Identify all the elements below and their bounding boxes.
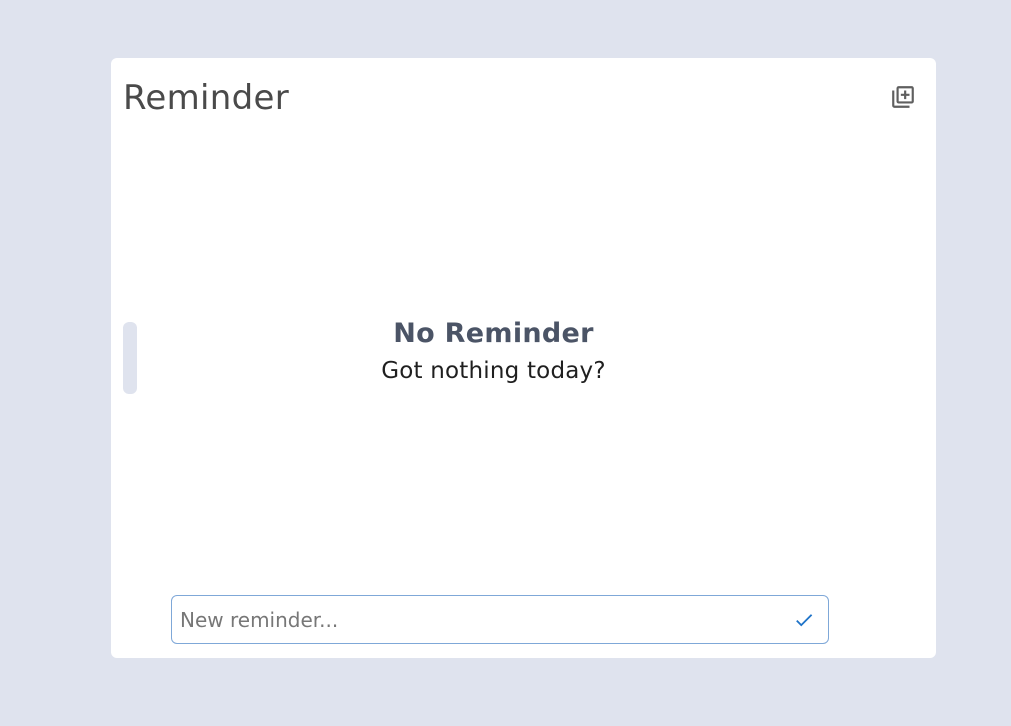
page-title: Reminder — [123, 78, 290, 118]
empty-state-subtitle: Got nothing today? — [381, 358, 606, 384]
add-reminder-button[interactable] — [889, 83, 917, 111]
submit-reminder-button[interactable] — [784, 600, 824, 640]
check-icon — [796, 613, 813, 626]
empty-state: No Reminder Got nothing today? — [111, 314, 936, 388]
empty-state-title: No Reminder — [393, 318, 594, 349]
reminder-card: Reminder No Reminder Got nothing today? — [111, 58, 936, 658]
new-reminder-field-container — [171, 595, 829, 644]
new-reminder-input[interactable] — [172, 596, 784, 643]
library-add-icon — [892, 86, 914, 108]
